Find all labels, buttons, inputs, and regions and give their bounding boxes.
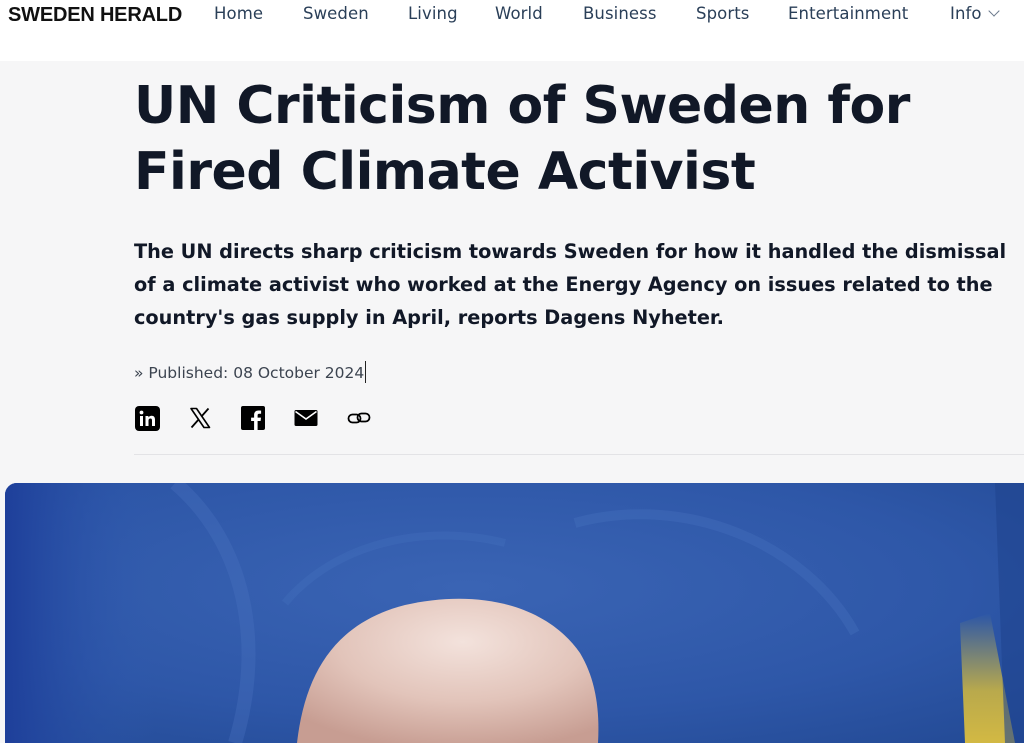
section-divider xyxy=(134,454,1024,455)
x-icon[interactable] xyxy=(187,405,213,431)
article-title: UN Criticism of Sweden for Fired Climate… xyxy=(134,76,910,202)
article-hero-image xyxy=(5,483,1024,743)
site-header: SWEDEN HERALD Home Sweden Living World B… xyxy=(0,0,1024,61)
main-nav: Home Sweden Living World Business Sports… xyxy=(0,4,1024,28)
nav-item-info-label: Info xyxy=(950,4,982,23)
nav-item-info[interactable]: Info xyxy=(950,4,1000,23)
nav-item-sports[interactable]: Sports xyxy=(696,4,750,23)
chevron-down-icon xyxy=(987,5,1000,17)
text-cursor xyxy=(365,361,367,383)
nav-item-sweden[interactable]: Sweden xyxy=(303,4,369,23)
article-lede: The UN directs sharp criticism towards S… xyxy=(134,240,1007,329)
published-line: » Published: 08 October 2024 xyxy=(134,361,367,383)
published-date: 08 October 2024 xyxy=(233,364,365,382)
published-label: » Published: xyxy=(134,364,229,382)
nav-item-home[interactable]: Home xyxy=(214,4,263,23)
nav-item-world[interactable]: World xyxy=(495,4,543,23)
link-icon[interactable] xyxy=(346,405,372,431)
email-icon[interactable] xyxy=(293,405,319,431)
nav-item-business[interactable]: Business xyxy=(583,4,657,23)
nav-item-entertainment[interactable]: Entertainment xyxy=(788,4,908,23)
linkedin-icon[interactable] xyxy=(134,405,160,431)
nav-item-living[interactable]: Living xyxy=(408,4,458,23)
facebook-icon[interactable] xyxy=(240,405,266,431)
